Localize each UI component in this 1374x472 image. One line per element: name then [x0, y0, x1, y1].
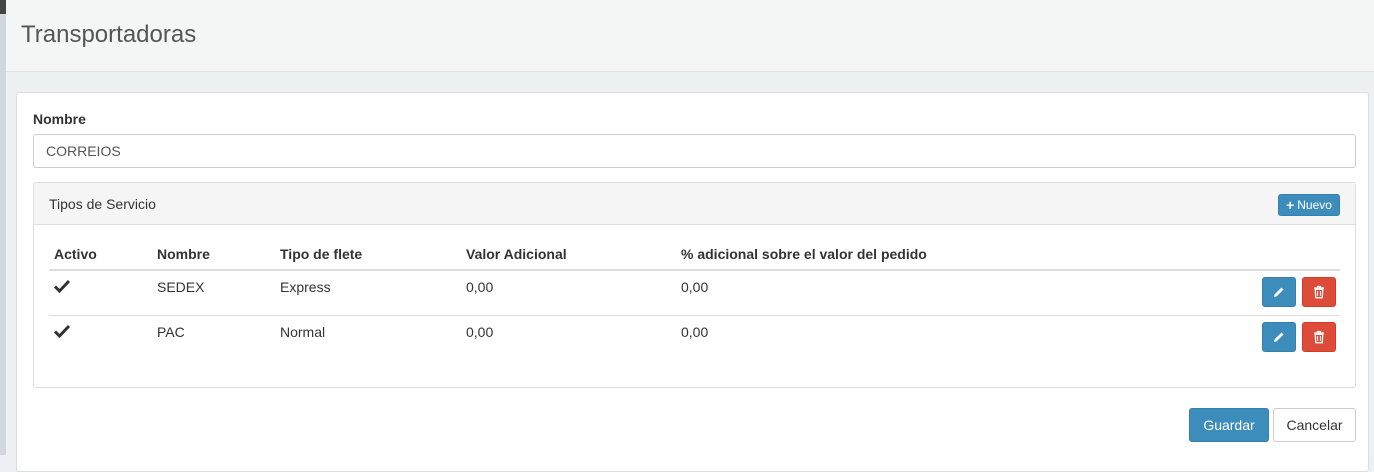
check-icon [53, 324, 71, 339]
column-header-additional-value: Valor Adicional [461, 243, 676, 271]
cell-additional-value: 0,00 [461, 315, 676, 360]
service-types-panel: Tipos de Servicio + Nuevo Activo Nombre … [33, 182, 1356, 388]
cell-additional-percent: 0,00 [676, 315, 1216, 360]
panel-title: Tipos de Servicio [49, 196, 156, 212]
table-header-row: Activo Nombre Tipo de flete Valor Adicio… [49, 243, 1340, 271]
cell-active [49, 270, 152, 316]
cell-freight-type: Express [280, 279, 331, 295]
cell-actions [1216, 315, 1340, 360]
cell-additional-percent: 0,00 [681, 279, 709, 295]
panel-heading: Tipos de Servicio + Nuevo [34, 183, 1355, 225]
plus-icon: + [1286, 197, 1295, 213]
cell-name: SEDEX [157, 279, 205, 295]
check-icon [53, 279, 71, 294]
page: Transportadoras Nombre Tipos de Servicio… [6, 0, 1374, 472]
name-input[interactable] [33, 134, 1356, 168]
trash-icon [1314, 285, 1324, 299]
column-header-freight-type: Tipo de flete [275, 243, 461, 271]
delete-button[interactable] [1302, 322, 1336, 352]
trash-icon [1314, 330, 1324, 344]
delete-button[interactable] [1302, 277, 1336, 307]
cell-name: PAC [152, 315, 275, 360]
new-service-button[interactable]: + Nuevo [1278, 194, 1340, 216]
column-header-actions [1216, 243, 1340, 271]
column-header-active: Activo [49, 243, 152, 271]
cell-actions [1216, 270, 1340, 316]
cell-additional-value: 0,00 [466, 279, 494, 295]
edit-button[interactable] [1262, 277, 1297, 307]
form-box: Nombre Tipos de Servicio + Nuevo Activo [16, 92, 1369, 472]
new-button-label: Nuevo [1297, 198, 1332, 212]
table-row: SEDEX Express 0,00 0,00 [49, 270, 1340, 316]
pencil-icon [1274, 332, 1284, 342]
table-row: PAC Normal 0,00 0,00 [49, 315, 1340, 360]
save-button[interactable]: Guardar [1189, 408, 1269, 442]
content-header: Transportadoras [6, 0, 1374, 72]
name-label: Nombre [33, 111, 86, 127]
pencil-icon [1274, 287, 1284, 297]
page-title: Transportadoras [21, 21, 197, 48]
column-header-name: Nombre [152, 243, 275, 271]
service-types-table: Activo Nombre Tipo de flete Valor Adicio… [49, 243, 1340, 360]
cell-freight-type: Normal [275, 315, 461, 360]
cell-active [49, 315, 152, 360]
edit-button[interactable] [1262, 322, 1297, 352]
cancel-button[interactable]: Cancelar [1273, 408, 1356, 442]
column-header-additional-percent: % adicional sobre el valor del pedido [676, 243, 1216, 271]
